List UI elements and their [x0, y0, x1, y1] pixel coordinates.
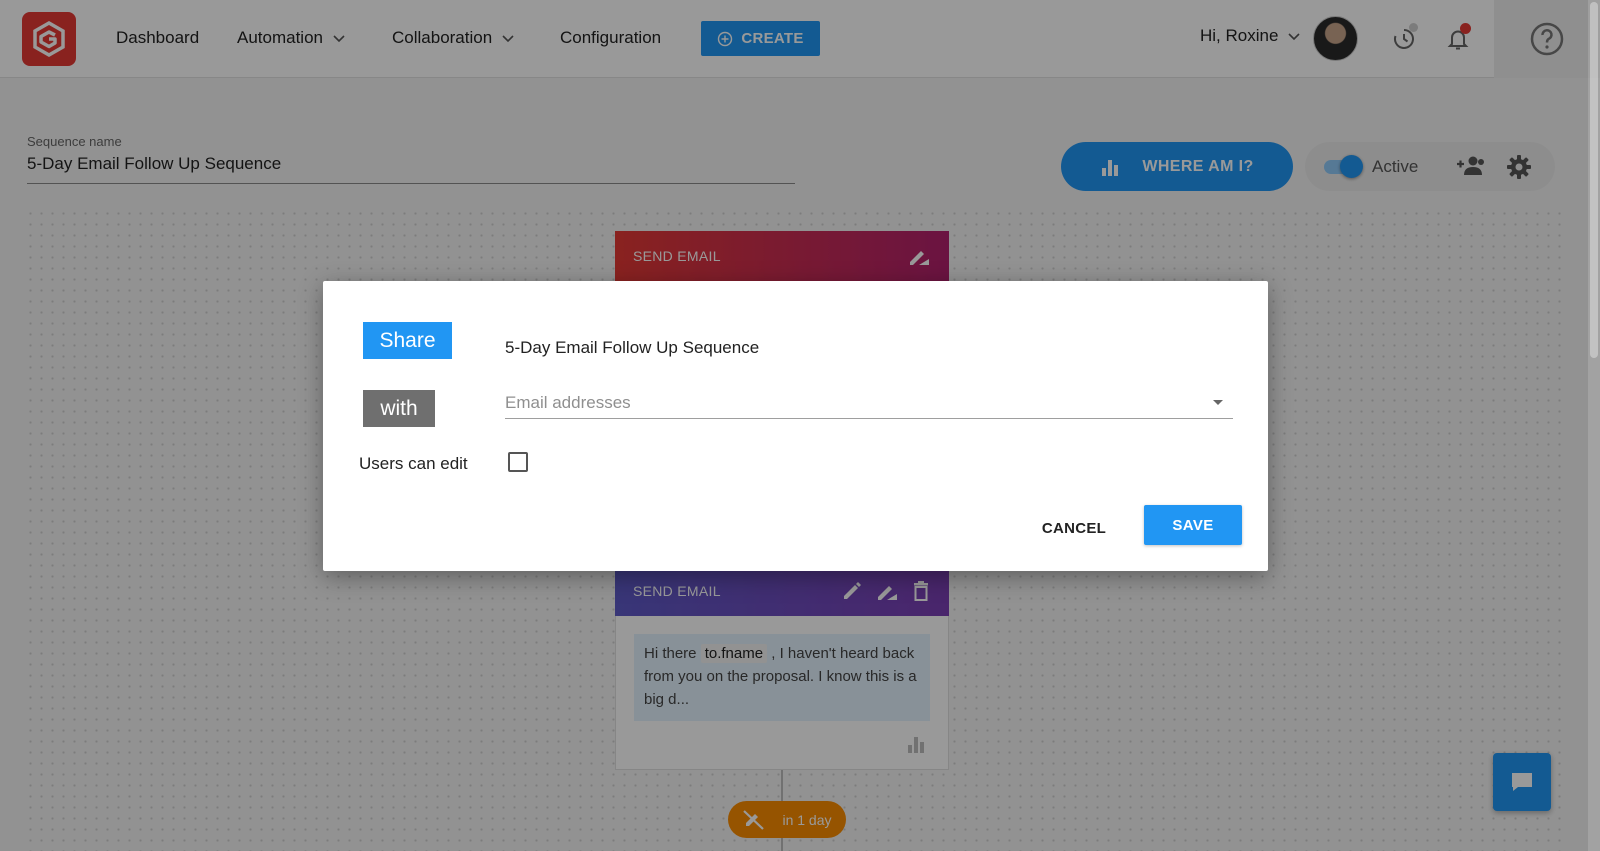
email-addresses-select[interactable]: Email addresses [505, 387, 1233, 419]
share-dialog: Share 5-Day Email Follow Up Sequence wit… [323, 281, 1268, 571]
users-can-edit-checkbox[interactable] [508, 452, 528, 472]
dropdown-arrow-icon[interactable] [1213, 400, 1223, 405]
save-button[interactable]: SAVE [1144, 505, 1242, 545]
cancel-button[interactable]: CANCEL [1040, 509, 1108, 547]
with-badge: with [363, 390, 435, 427]
users-can-edit-label: Users can edit [359, 454, 468, 473]
share-badge: Share [363, 322, 452, 359]
scrollbar-thumb[interactable] [1590, 2, 1598, 358]
dialog-sequence-title: 5-Day Email Follow Up Sequence [505, 338, 760, 357]
email-addresses-placeholder: Email addresses [505, 392, 631, 412]
